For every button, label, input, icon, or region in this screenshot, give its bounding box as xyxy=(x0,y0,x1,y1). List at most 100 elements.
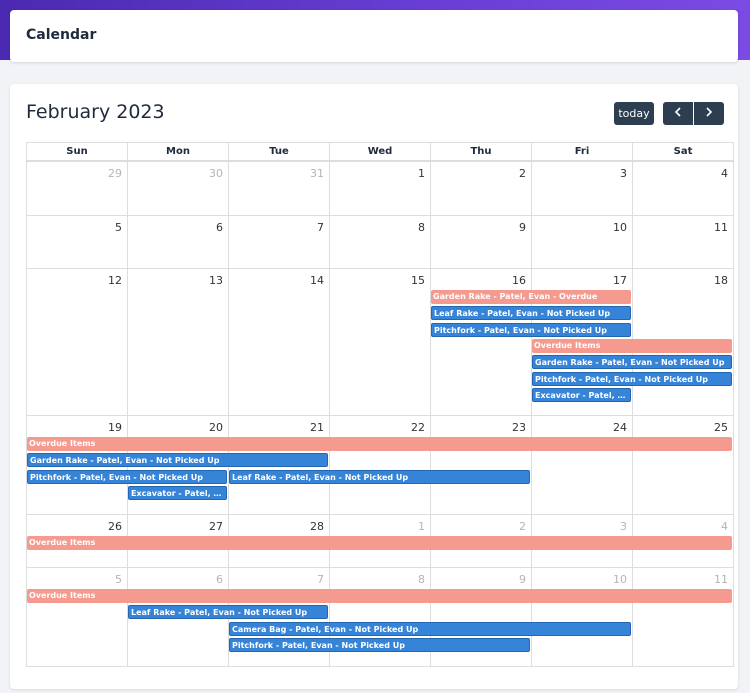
day-number[interactable]: 16 xyxy=(512,274,526,287)
pickup-event[interactable]: Leaf Rake - Patel, Evan - Not Picked Up xyxy=(229,469,530,484)
day-number[interactable]: 25 xyxy=(714,421,728,434)
day-number[interactable]: 28 xyxy=(310,520,324,533)
day-number[interactable]: 4 xyxy=(721,167,728,180)
day-number[interactable]: 1 xyxy=(418,167,425,180)
day-number[interactable]: 7 xyxy=(317,573,324,586)
day-number[interactable]: 10 xyxy=(613,573,627,586)
day-number[interactable]: 2 xyxy=(519,167,526,180)
day-number[interactable]: 6 xyxy=(216,573,223,586)
day-cell[interactable]: 12 xyxy=(26,268,128,416)
day-number[interactable]: 22 xyxy=(411,421,425,434)
day-number[interactable]: 9 xyxy=(519,221,526,234)
day-cell[interactable]: 6 xyxy=(127,215,229,269)
day-number[interactable]: 10 xyxy=(613,221,627,234)
day-number[interactable]: 8 xyxy=(418,573,425,586)
chevron-left-icon xyxy=(674,107,682,120)
day-number[interactable]: 15 xyxy=(411,274,425,287)
prev-month-button[interactable] xyxy=(663,102,693,125)
pickup-event[interactable]: Garden Rake - Patel, Evan - Not Picked U… xyxy=(532,355,732,370)
day-cell[interactable]: 8 xyxy=(329,567,431,667)
calendar-card: February 2023 today Sun Mon Tue Wed Thu Fri Sa… xyxy=(10,84,738,689)
day-number[interactable]: 21 xyxy=(310,421,324,434)
pickup-event[interactable]: Leaf Rake - Patel, Evan - Not Picked Up xyxy=(431,306,631,321)
pickup-event[interactable]: Pitchfork - Patel, Evan - Not Picked Up xyxy=(27,469,227,484)
day-number[interactable]: 6 xyxy=(216,221,223,234)
day-cell[interactable]: 13 xyxy=(127,268,229,416)
day-cell[interactable]: 7 xyxy=(228,215,330,269)
day-number[interactable]: 11 xyxy=(714,573,728,586)
day-cell[interactable]: 5 xyxy=(26,567,128,667)
day-number[interactable]: 3 xyxy=(620,520,627,533)
day-number[interactable]: 4 xyxy=(721,520,728,533)
day-number[interactable]: 26 xyxy=(108,520,122,533)
day-cell[interactable]: 9 xyxy=(430,215,532,269)
day-cell[interactable]: 23 xyxy=(430,415,532,515)
day-number[interactable]: 17 xyxy=(613,274,627,287)
weekday-header: Sat xyxy=(632,142,734,161)
pickup-event[interactable]: Pitchfork - Patel, Evan - Not Picked Up xyxy=(431,322,631,337)
day-cell[interactable]: 1 xyxy=(329,161,431,216)
pickup-event[interactable]: Pitchfork - Patel, Evan - Not Picked Up xyxy=(229,637,530,652)
weekday-header: Tue xyxy=(228,142,330,161)
overdue-event[interactable]: Overdue Items xyxy=(27,536,732,550)
day-number[interactable]: 11 xyxy=(714,221,728,234)
pickup-event[interactable]: Leaf Rake - Patel, Evan - Not Picked Up xyxy=(128,605,328,620)
day-number[interactable]: 30 xyxy=(209,167,223,180)
day-cell[interactable]: 5 xyxy=(26,215,128,269)
overdue-event[interactable]: Overdue Items xyxy=(27,437,732,451)
next-month-button[interactable] xyxy=(694,102,724,125)
pickup-event[interactable]: Camera Bag - Patel, Evan - Not Picked Up xyxy=(229,621,631,636)
today-button[interactable]: today xyxy=(614,102,654,125)
day-number[interactable]: 13 xyxy=(209,274,223,287)
day-cell[interactable]: 9 xyxy=(430,567,532,667)
day-number[interactable]: 8 xyxy=(418,221,425,234)
day-cell[interactable]: 25 xyxy=(632,415,734,515)
weekday-header: Sun xyxy=(26,142,128,161)
day-cell[interactable]: 24 xyxy=(531,415,633,515)
day-number[interactable]: 5 xyxy=(115,221,122,234)
day-number[interactable]: 9 xyxy=(519,573,526,586)
overdue-event[interactable]: Overdue Items xyxy=(532,338,732,353)
day-number[interactable]: 2 xyxy=(519,520,526,533)
pickup-event[interactable]: Garden Rake - Patel, Evan - Not Picked U… xyxy=(27,453,328,468)
day-cell[interactable]: 14 xyxy=(228,268,330,416)
overdue-event[interactable]: Overdue Items xyxy=(27,589,732,603)
day-cell[interactable]: 15 xyxy=(329,268,431,416)
day-number[interactable]: 12 xyxy=(108,274,122,287)
day-number[interactable]: 29 xyxy=(108,167,122,180)
day-number[interactable]: 31 xyxy=(310,167,324,180)
day-number[interactable]: 5 xyxy=(115,573,122,586)
pickup-event[interactable]: Pitchfork - Patel, Evan - Not Picked Up xyxy=(532,371,732,386)
weekday-header: Wed xyxy=(329,142,431,161)
day-cell[interactable]: 30 xyxy=(127,161,229,216)
day-number[interactable]: 24 xyxy=(613,421,627,434)
day-cell[interactable]: 2 xyxy=(430,161,532,216)
calendar-grid: Sun Mon Tue Wed Thu Fri Sat 29 30 31 1 2 3 4 5 6 7 8 9 10 11… xyxy=(26,142,738,667)
day-cell[interactable]: 11 xyxy=(632,215,734,269)
day-cell[interactable]: 29 xyxy=(26,161,128,216)
pickup-event[interactable]: Excavator - Patel, Evan - Not Picked Up xyxy=(128,485,227,500)
overdue-event[interactable]: Garden Rake - Patel, Evan - Overdue xyxy=(431,290,631,304)
day-number[interactable]: 23 xyxy=(512,421,526,434)
day-cell[interactable]: 4 xyxy=(632,161,734,216)
day-number[interactable]: 14 xyxy=(310,274,324,287)
day-cell[interactable]: 22 xyxy=(329,415,431,515)
day-cell[interactable]: 31 xyxy=(228,161,330,216)
day-cell[interactable]: 3 xyxy=(531,161,633,216)
day-number[interactable]: 19 xyxy=(108,421,122,434)
page-title: Calendar xyxy=(26,27,97,43)
day-number[interactable]: 3 xyxy=(620,167,627,180)
day-cell[interactable]: 8 xyxy=(329,215,431,269)
weekday-header: Fri xyxy=(531,142,633,161)
pickup-event[interactable]: Excavator - Patel, Evan xyxy=(532,387,631,402)
day-cell[interactable]: 11 xyxy=(632,567,734,667)
day-cell[interactable]: 10 xyxy=(531,215,633,269)
day-number[interactable]: 1 xyxy=(418,520,425,533)
day-number[interactable]: 27 xyxy=(209,520,223,533)
day-number[interactable]: 7 xyxy=(317,221,324,234)
day-cell[interactable]: 10 xyxy=(531,567,633,667)
weekday-header: Thu xyxy=(430,142,532,161)
day-number[interactable]: 18 xyxy=(714,274,728,287)
day-number[interactable]: 20 xyxy=(209,421,223,434)
page-header: Calendar xyxy=(10,10,738,62)
